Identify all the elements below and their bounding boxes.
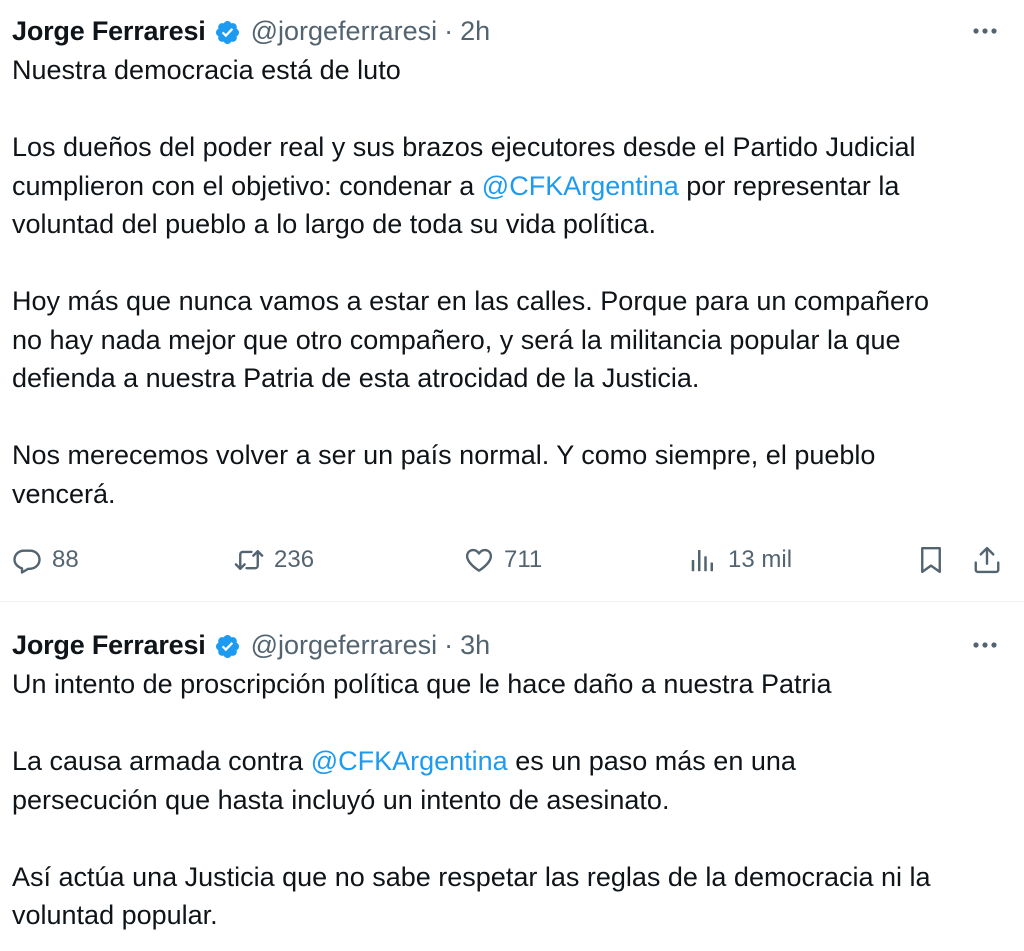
- author-name[interactable]: Jorge Ferraresi: [12, 630, 206, 661]
- text-segment: La causa armada contra: [12, 746, 311, 776]
- tweet-text: Un intento de proscripción política que …: [12, 665, 1012, 935]
- views-button[interactable]: 13 mil: [688, 535, 792, 585]
- text-line: Nuestra democracia está de luto: [12, 55, 401, 85]
- tweet-actions: 88 236 711 13 mil: [0, 535, 1024, 585]
- more-options-icon[interactable]: [970, 631, 1000, 659]
- text-line: voluntad del pueblo a lo largo de toda s…: [12, 209, 656, 239]
- bookmark-button[interactable]: [916, 535, 946, 585]
- like-count: 711: [504, 546, 543, 573]
- text-line: La causa armada contra @CFKArgentina es …: [12, 742, 1012, 781]
- text-line: defienda a nuestra Patria de esta atroci…: [12, 363, 700, 393]
- text-line: persecución que hasta incluyó un intento…: [12, 784, 670, 815]
- text-line: Así actúa una Justicia que no sabe respe…: [12, 861, 931, 892]
- bookmark-icon: [916, 545, 946, 575]
- text-line: Nos merecemos volver a ser un país norma…: [12, 440, 876, 470]
- tweet-feed: Jorge Ferraresi @jorgeferraresi · 2h Nue…: [0, 0, 1024, 951]
- text-segment: es un paso más en una: [507, 746, 796, 776]
- text-line: cumplieron con el objetivo: condenar a @…: [12, 167, 1012, 206]
- timestamp[interactable]: 2h: [460, 16, 490, 47]
- retweet-icon: [234, 545, 264, 575]
- retweet-count: 236: [274, 546, 315, 573]
- text-segment: por representar la: [678, 170, 900, 201]
- tweet-header: Jorge Ferraresi @jorgeferraresi · 2h: [12, 11, 1012, 51]
- text-line: vencerá.: [12, 478, 116, 509]
- text-line: Hoy más que nunca vamos a estar en las c…: [12, 286, 930, 316]
- views-icon: [688, 545, 718, 575]
- text-segment: cumplieron con el objetivo: condenar a: [12, 170, 482, 201]
- tweet[interactable]: Jorge Ferraresi @jorgeferraresi · 2h Nue…: [0, 0, 1024, 601]
- separator-dot: ·: [444, 15, 454, 46]
- author-handle[interactable]: @jorgeferraresi: [251, 16, 437, 47]
- retweet-button[interactable]: 236: [234, 535, 314, 585]
- like-button[interactable]: 711: [464, 535, 542, 585]
- mention-link[interactable]: @CFKArgentina: [482, 171, 679, 201]
- text-line: Los dueños del poder real y sus brazos e…: [12, 132, 916, 162]
- author-handle[interactable]: @jorgeferraresi: [251, 630, 437, 661]
- more-options-icon[interactable]: [970, 17, 1000, 45]
- tweet-header: Jorge Ferraresi @jorgeferraresi · 3h: [12, 625, 1012, 665]
- tweet-text: Nuestra democracia está de luto Los dueñ…: [12, 51, 1012, 513]
- text-line: Un intento de proscripción política que …: [12, 669, 832, 699]
- verified-badge-icon: [214, 633, 241, 660]
- tweet[interactable]: Jorge Ferraresi @jorgeferraresi · 3h Un …: [0, 601, 1024, 951]
- mention-link[interactable]: @CFKArgentina: [311, 746, 508, 776]
- views-count: 13 mil: [728, 546, 793, 573]
- like-icon: [464, 545, 494, 575]
- share-button[interactable]: [972, 535, 1002, 585]
- separator-dot: ·: [444, 629, 454, 660]
- reply-icon: [12, 545, 42, 575]
- reply-count: 88: [52, 546, 79, 573]
- timestamp[interactable]: 3h: [460, 630, 490, 661]
- share-icon: [972, 545, 1002, 575]
- author-name[interactable]: Jorge Ferraresi: [12, 16, 206, 47]
- text-line: voluntad popular.: [12, 900, 218, 930]
- text-line: no hay nada mejor que otro compañero, y …: [12, 324, 901, 355]
- reply-button[interactable]: 88: [12, 535, 79, 585]
- verified-badge-icon: [214, 19, 241, 46]
